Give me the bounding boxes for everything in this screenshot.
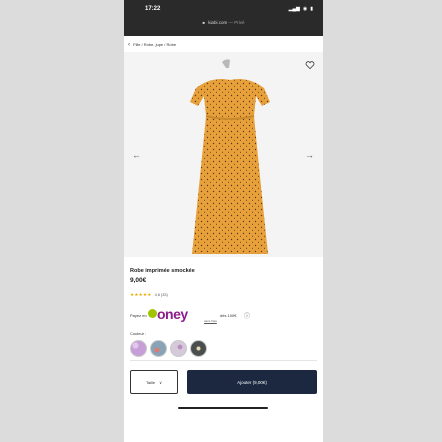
color-swatch-1[interactable] <box>130 340 147 357</box>
product-price: 9,00€ <box>130 277 147 284</box>
color-label: Couleur : <box>130 331 147 336</box>
oney-logo: oney <box>157 306 188 322</box>
oney-logo-dot-icon <box>148 309 157 318</box>
size-select[interactable]: Taille ∨ <box>130 370 178 394</box>
purchase-actions: Taille ∨ Ajouter (9,00€) <box>130 370 320 394</box>
phone-screen: 17:22 ▂▄▆ ◉ ▮ ■ kiabi.com — Privé ‹ Fill… <box>124 0 323 442</box>
color-swatch-4[interactable] <box>190 340 207 357</box>
product-image <box>190 59 270 254</box>
oney-subtext[interactable]: sans frais <box>204 319 217 323</box>
gallery-prev-arrow-icon[interactable]: ← <box>132 150 142 160</box>
color-swatch-3[interactable] <box>170 340 187 357</box>
breadcrumb: ‹ Fille / Robe, jupe / Robe <box>128 42 176 48</box>
chevron-down-icon: ∨ <box>159 379 163 385</box>
oney-threshold: dès 100€ <box>220 313 237 318</box>
color-swatch-2[interactable] <box>150 340 167 357</box>
battery-icon: ▮ <box>310 6 313 12</box>
gallery-next-arrow-icon[interactable]: → <box>305 150 315 160</box>
oney-prefix: Payez en <box>130 313 147 318</box>
back-chevron-icon[interactable]: ‹ <box>128 42 130 48</box>
wifi-icon: ◉ <box>302 6 308 12</box>
rating-row[interactable]: ★★★★★ 4,6 (33) <box>130 292 168 298</box>
status-time: 17:22 <box>145 6 161 12</box>
rating-text: 4,6 (33) <box>154 293 168 297</box>
url-text: kiabi.com <box>208 20 228 25</box>
system-icons: ▂▄▆ ◉ ▮ <box>289 6 313 12</box>
product-info: Robe imprimée smockée 9,00€ <box>130 268 317 284</box>
info-icon[interactable]: ⓘ <box>244 311 250 320</box>
product-gallery[interactable]: ← → <box>124 52 323 257</box>
star-rating-icon: ★★★★★ <box>130 292 152 297</box>
lock-icon: ■ <box>202 20 205 25</box>
add-to-cart-button[interactable]: Ajouter (9,00€) <box>187 370 317 394</box>
status-bar: 17:22 ▂▄▆ ◉ ▮ ■ kiabi.com — Privé <box>124 0 323 36</box>
url-bar[interactable]: ■ kiabi.com — Privé <box>152 20 295 30</box>
product-title: Robe imprimée smockée <box>130 268 195 274</box>
add-to-cart-label: Ajouter (9,00€) <box>237 379 267 385</box>
color-swatches <box>130 340 207 357</box>
divider <box>130 360 317 361</box>
oney-payment-banner[interactable]: Payez en oney sans frais dès 100€ ⓘ <box>130 302 320 324</box>
size-label: Taille <box>145 379 156 385</box>
signal-icon: ▂▄▆ <box>288 6 300 12</box>
home-indicator <box>178 407 268 409</box>
breadcrumb-path[interactable]: Fille / Robe, jupe / Robe <box>133 42 176 47</box>
heart-icon[interactable] <box>305 60 315 70</box>
url-tail: — Privé <box>228 20 245 25</box>
